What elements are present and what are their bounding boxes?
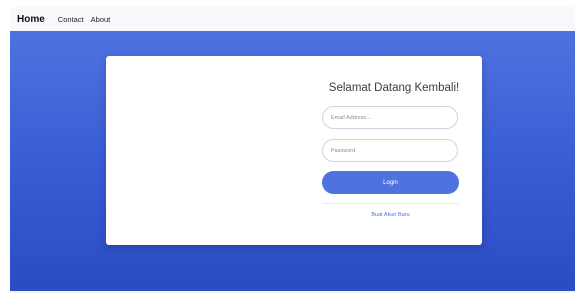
page: Home Contact About Selamat Datang Kembal… [0,0,575,293]
password-field[interactable] [322,139,458,162]
nav-about-link[interactable]: About [91,15,111,24]
login-card: Selamat Datang Kembali! Login Buat Akun … [106,56,482,245]
register-link[interactable]: Buat Akun Baru [322,212,459,218]
form-divider [322,203,459,204]
nav-contact-link[interactable]: Contact [58,15,84,24]
login-title: Selamat Datang Kembali! [328,82,460,94]
nav-home-link[interactable]: Home [17,14,45,25]
top-navbar: Home Contact About [10,7,575,31]
email-field[interactable] [322,106,458,129]
login-button[interactable]: Login [322,171,459,194]
